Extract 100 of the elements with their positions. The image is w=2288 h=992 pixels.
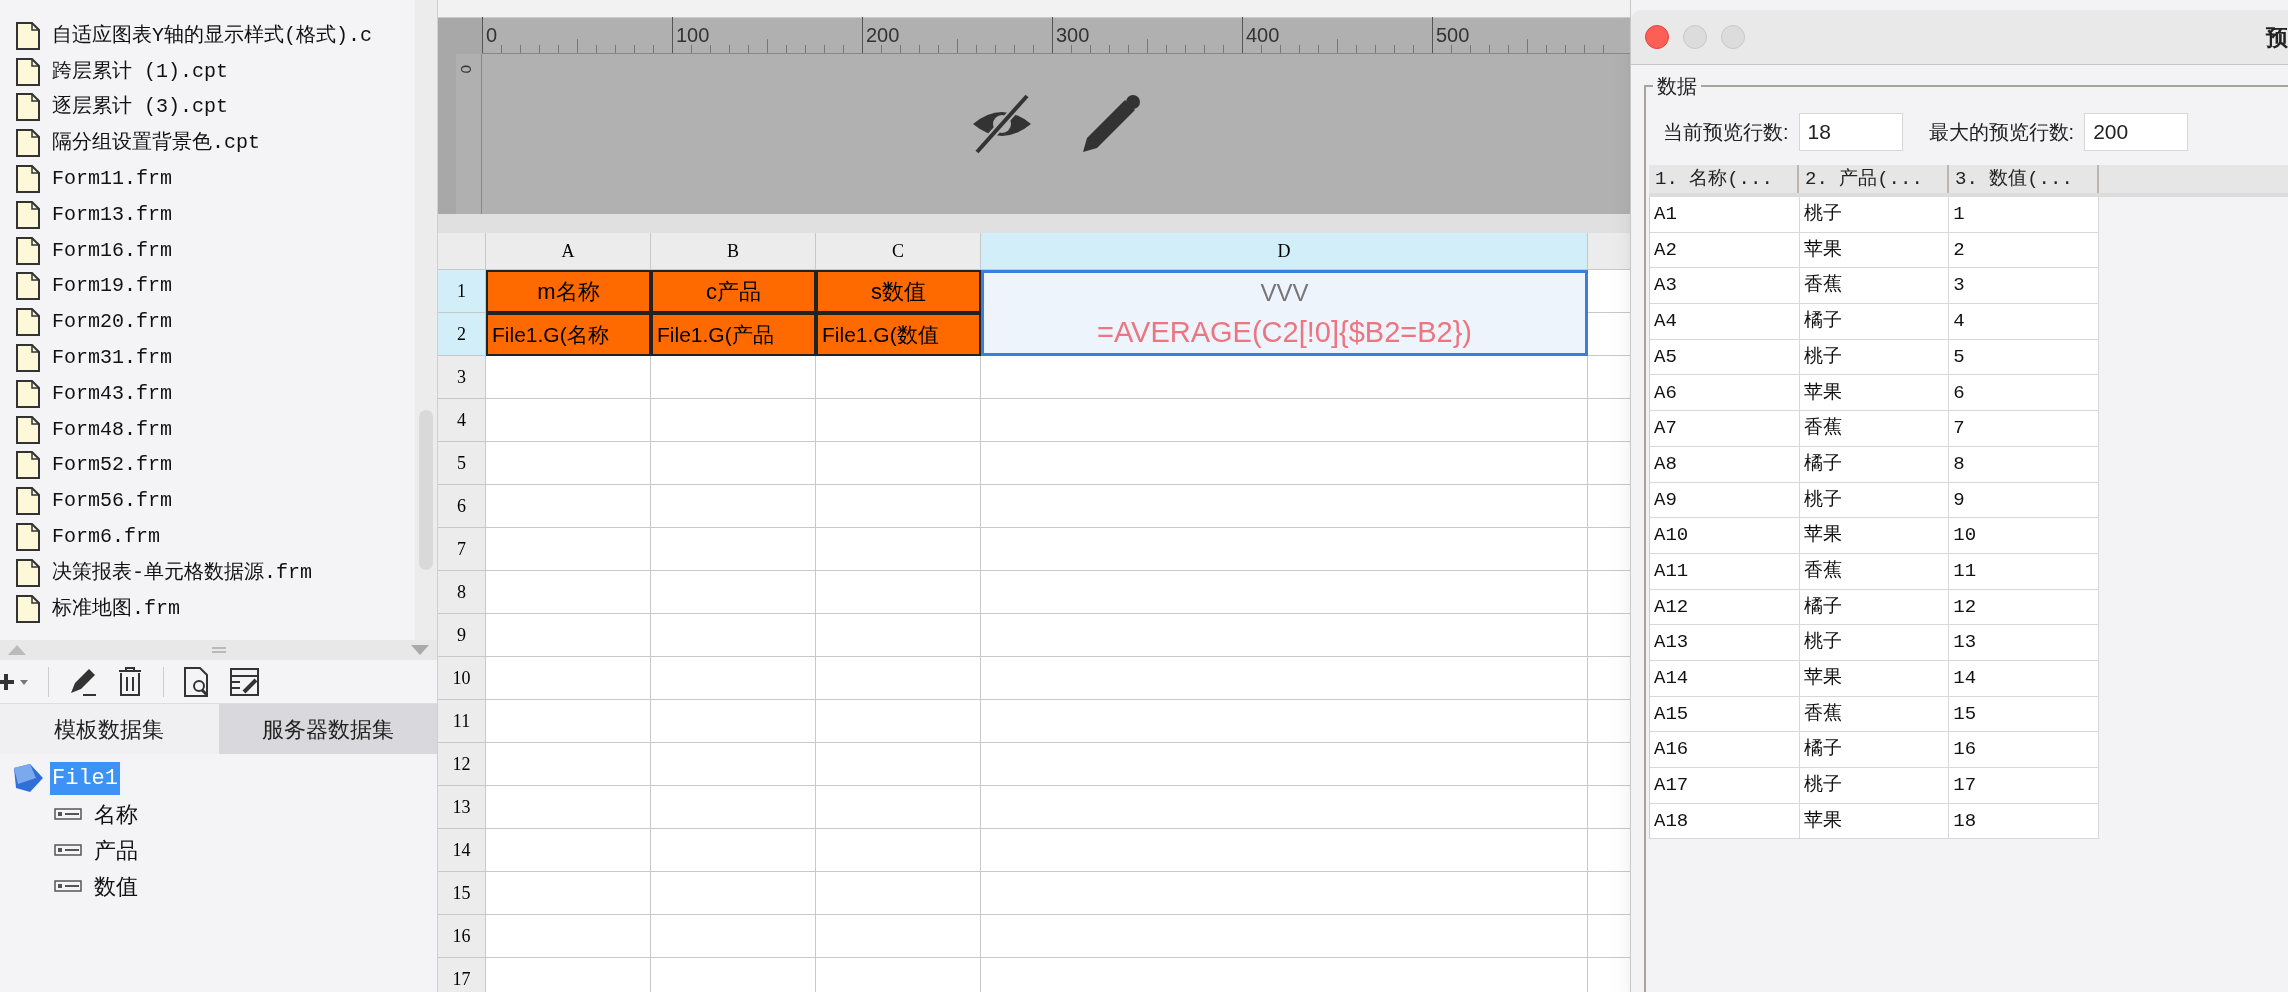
file-name[interactable]: Form6.frm	[52, 522, 161, 553]
row-header[interactable]: 9	[438, 614, 486, 657]
collapse-down-icon[interactable]	[411, 645, 429, 655]
file-name[interactable]: 隔分组设置背景色.cpt	[52, 128, 260, 159]
file-name[interactable]: Form48.frm	[52, 414, 173, 445]
row-header[interactable]: 12	[438, 743, 486, 786]
file-name[interactable]: 逐层累计 (3).cpt	[52, 92, 228, 123]
file-name[interactable]: Form56.frm	[52, 486, 173, 517]
row-header[interactable]: 15	[438, 872, 486, 915]
row-header[interactable]: 11	[438, 700, 486, 743]
row-header[interactable]: 10	[438, 657, 486, 700]
table-cell: 15	[1949, 696, 2099, 733]
file-icon	[16, 200, 40, 229]
table-cell: A17	[1650, 768, 1800, 804]
column-header[interactable]: D	[981, 233, 1588, 270]
row-header[interactable]: 16	[438, 915, 486, 958]
file-icon	[16, 344, 40, 373]
table-cell: 橘子	[1799, 446, 1950, 483]
minimize-button[interactable]	[1683, 25, 1707, 49]
dataset-edit-icon[interactable]	[230, 667, 260, 696]
table-cell: A7	[1650, 411, 1800, 447]
file-name[interactable]: Form19.frm	[52, 271, 173, 302]
file-name[interactable]: Form11.frm	[52, 164, 173, 195]
table-cell: A13	[1650, 625, 1800, 661]
file-name[interactable]: Form31.frm	[52, 343, 173, 374]
column-header[interactable]: 1. 名称(...	[1649, 165, 1799, 193]
table-cell: 5	[1949, 339, 2099, 376]
column-header[interactable]: A	[486, 233, 651, 270]
row-header[interactable]: 5	[438, 442, 486, 485]
file-name[interactable]: Form16.frm	[52, 235, 173, 266]
table-cell[interactable]: VVV	[981, 270, 1588, 313]
pencil-icon[interactable]	[1081, 94, 1141, 154]
close-button[interactable]	[1645, 25, 1669, 49]
column-header[interactable]: B	[651, 233, 816, 270]
file-name[interactable]: 决策报表-单元格数据源.frm	[52, 557, 312, 588]
file-icon	[16, 236, 40, 265]
row-header[interactable]: 1	[438, 270, 486, 313]
table-cell: A6	[1650, 375, 1800, 412]
column-header[interactable]: 2. 产品(...	[1799, 165, 1949, 193]
preview-icon[interactable]	[184, 666, 210, 697]
row-header[interactable]: 17	[438, 958, 486, 992]
table-cell: A18	[1650, 803, 1800, 840]
file-name[interactable]: Form20.frm	[52, 307, 173, 338]
table-cell: A16	[1650, 732, 1800, 768]
table-cell[interactable]: m名称	[486, 270, 651, 313]
table-cell: 桃子	[1799, 482, 1950, 519]
row-header[interactable]: 2	[438, 313, 486, 356]
row-header[interactable]: 6	[438, 485, 486, 528]
table-cell: A2	[1650, 232, 1800, 269]
table-cell: 苹果	[1799, 660, 1950, 697]
table-cell[interactable]: c产品	[651, 270, 816, 313]
drag-handle-icon[interactable]	[211, 647, 226, 653]
file-name[interactable]: 标准地图.frm	[52, 593, 180, 624]
collapse-up-icon[interactable]	[8, 645, 26, 655]
add-dropdown-icon[interactable]	[0, 671, 28, 692]
table-cell[interactable]: s数值	[816, 270, 981, 313]
table-cell: 17	[1949, 768, 2099, 804]
dataset-tab[interactable]: 服务器数据集	[218, 704, 437, 754]
row-header[interactable]: 7	[438, 528, 486, 571]
row-header[interactable]: 4	[438, 399, 486, 442]
table-cell: 桃子	[1799, 768, 1950, 804]
dialog-title: 预	[2266, 23, 2288, 52]
file-icon	[16, 129, 40, 158]
edit-icon[interactable]	[69, 666, 97, 697]
file-name[interactable]: 跨层累计 (1).cpt	[52, 56, 228, 87]
column-header[interactable]: 3. 数值(...	[1949, 165, 2099, 193]
file-name[interactable]: Form52.frm	[52, 450, 173, 481]
row-header[interactable]: 3	[438, 356, 486, 399]
select-all-corner[interactable]	[438, 233, 486, 270]
file-name[interactable]: Form13.frm	[52, 199, 173, 230]
table-cell[interactable]: File1.G(名称	[486, 313, 651, 356]
max-rows-field[interactable]: 200	[2084, 113, 2189, 151]
table-cell: 橘子	[1799, 304, 1950, 340]
file-icon	[16, 165, 40, 194]
maximize-button[interactable]	[1721, 25, 1745, 49]
file-name[interactable]: 自适应图表Y轴的显示样式(格式).c	[52, 20, 372, 51]
file-icon	[16, 379, 40, 408]
table-cell: 18	[1949, 803, 2099, 840]
row-header[interactable]: 8	[438, 571, 486, 614]
ruler-label: 100	[676, 23, 710, 48]
table-cell: 桃子	[1799, 339, 1950, 376]
table-cell: 16	[1949, 732, 2099, 768]
ruler-label: 200	[866, 23, 900, 48]
file-name[interactable]: Form43.frm	[52, 378, 173, 409]
tree-item[interactable]: 名称	[94, 797, 138, 831]
table-cell[interactable]: File1.G(产品	[651, 313, 816, 356]
tree-item[interactable]: 数值	[94, 869, 138, 903]
row-header[interactable]: 14	[438, 829, 486, 872]
dataset-tab[interactable]: 模板数据集	[0, 704, 219, 754]
hidden-eye-icon[interactable]	[971, 94, 1033, 154]
tree-item[interactable]: 产品	[94, 833, 138, 867]
row-header[interactable]: 13	[438, 786, 486, 829]
column-header[interactable]: C	[816, 233, 981, 270]
column-header[interactable]	[1588, 233, 1630, 270]
file-icon	[16, 308, 40, 337]
current-rows-field[interactable]: 18	[1798, 113, 1903, 151]
table-cell[interactable]: File1.G(数值	[816, 313, 981, 356]
ruler-label: 300	[1056, 23, 1090, 48]
delete-icon[interactable]	[117, 666, 143, 697]
table-cell: 6	[1949, 375, 2099, 412]
